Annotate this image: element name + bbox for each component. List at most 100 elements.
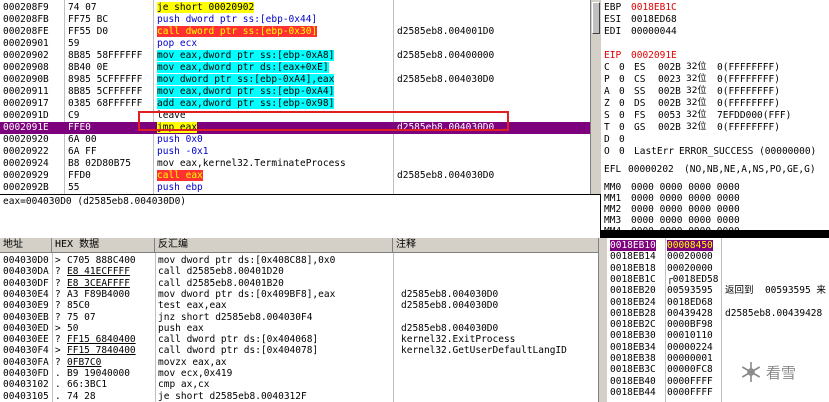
stack-row[interactable]: 0018EB20 00593595 返回到 00593595 来 <box>607 285 829 296</box>
dump-row[interactable]: 004030EB? 75 07 jnz short d2585eb8.004030F… <box>0 312 598 323</box>
flag-row[interactable]: D0 <box>601 134 829 145</box>
registers-pane[interactable]: EBP 0018EB1C ESI 0018ED68 EDI 00000044 EIP 0002… <box>601 0 829 230</box>
disasm-row[interactable]: 00020929 FFD0 call eax d2585eb8.004030D0 <box>0 170 590 181</box>
dump-row[interactable]: 00403102. 66:3BC1 cmp ax,cx <box>0 379 598 390</box>
dump-instruction: call dword ptr ds:[0x404078] <box>158 345 319 357</box>
disassembly-scroll-thumb[interactable] <box>592 2 600 34</box>
mmx-row[interactable]: MM4 0000 0000 0000 0000 <box>601 226 829 230</box>
disasm-row[interactable]: 00020920 6A 00 push 0x0 <box>0 134 590 145</box>
dump-address: 004030ED <box>3 322 49 334</box>
disasm-instruction: je short 00020902 <box>157 2 255 13</box>
dump-hex: 75 07 <box>67 311 96 323</box>
stack-row[interactable]: 0018EB18 00020000 <box>607 263 829 274</box>
disasm-row[interactable]: 0002092B 55 push ebp <box>0 182 590 193</box>
stack-pane[interactable]: 0018EB10 00008450 0018EB14 00020000 0018EB18… <box>607 238 829 402</box>
segment-name: GS <box>634 122 646 133</box>
disasm-row[interactable]: 00020924 B8 02D80B75 mov eax,kernel32.Term… <box>0 158 590 169</box>
flag-row[interactable]: Z 0 DS 002B 32位 0(FFFFFFFF) <box>601 98 829 109</box>
stack-row[interactable]: 0018EB10 00008450 <box>607 240 829 251</box>
stack-address: 0018EB30 <box>610 330 656 342</box>
mmx-value: 0000 0000 0000 0000 <box>631 182 740 193</box>
disasm-hex: B8 02D80B75 <box>68 158 131 169</box>
disasm-hex: FFD0 <box>68 170 91 181</box>
dump-header-comment[interactable]: 注释 <box>393 238 598 252</box>
stack-row[interactable]: 0018EB44 0000FFFF <box>607 387 829 398</box>
stack-value: 00020000 <box>667 251 713 263</box>
disasm-row[interactable]: 00020902 8B85 58FFFFFF mov eax,dword ptr s… <box>0 50 590 61</box>
register-row[interactable] <box>601 38 829 49</box>
flag-row[interactable]: C 0 ES 002B 32位 0(FFFFFFFF) <box>601 62 829 73</box>
dump-row[interactable]: 004030EE? FF15 6840400 call dword ptr ds:[… <box>0 334 598 345</box>
disasm-row[interactable]: 000208FB FF75 BC push dword ptr ss:[ebp-0x… <box>0 14 590 25</box>
mmx-row[interactable]: MM0 0000 0000 0000 0000 <box>601 182 829 193</box>
dump-row[interactable]: 004030DA? E8 41ECFFFF call d2585eb8.00401D… <box>0 266 598 277</box>
disasm-hex: 8B85 5CFFFFFF <box>68 86 143 97</box>
dump-header-address[interactable]: 地址 <box>0 238 52 252</box>
stack-address: 0018EB1C <box>610 273 656 285</box>
dump-row[interactable]: 004030E9? 85C0 test eax,eax d2585eb8.004030… <box>0 300 598 311</box>
register-row[interactable]: ESI 0018ED68 <box>601 14 829 25</box>
disasm-address: 000208FB <box>3 14 49 25</box>
mmx-row[interactable]: MM3 0000 0000 0000 0000 <box>601 215 829 226</box>
flag-row[interactable]: T 0 GS 002B 32位 0(FFFFFFFF) <box>601 122 829 133</box>
flag-name: Z <box>604 98 610 109</box>
disasm-row[interactable]: 000208F9 74 07 je short 00020902 <box>0 2 590 13</box>
disassembly-pane[interactable]: 000208F9 74 07 je short 00020902 000208FB FF… <box>0 0 590 194</box>
stack-row[interactable]: 0018EB28 00439428 d2585eb8.00439428 <box>607 308 829 319</box>
stack-row[interactable]: 0018EB1C ┌0018ED58 <box>607 274 829 285</box>
dump-hex: FF15 6840400 <box>67 334 136 346</box>
register-row[interactable]: EBP 0018EB1C <box>601 2 829 13</box>
disasm-row[interactable]: 00020901 59 pop ecx <box>0 38 590 49</box>
flag-row[interactable]: A 0 SS 002B 32位 0(FFFFFFFF) <box>601 86 829 97</box>
dump-marker: ? <box>55 277 61 289</box>
dump-row[interactable]: 004030D0 > C705 888C400 mov dword ptr ds:[0… <box>0 255 598 266</box>
dump-instruction: push eax <box>158 322 204 334</box>
disasm-address: 00020902 <box>3 50 49 61</box>
register-row[interactable]: EDI 00000044 <box>601 26 829 37</box>
disasm-row[interactable]: 000208FE FF55 D0 call dword ptr ss:[ebp-0x… <box>0 26 590 37</box>
flag-row[interactable]: P 0 CS 0023 32位 0(FFFFFFFF) <box>601 74 829 85</box>
mmx-row[interactable]: MM2 0000 0000 0000 0000 <box>601 204 829 215</box>
dump-row[interactable]: 004030DF? E8 3CEAFFFF call d2585eb8.00401B… <box>0 278 598 289</box>
flag-row[interactable]: S 0 FS 0053 32位 7EFDD000(FFF) <box>601 110 829 121</box>
stack-row[interactable]: 0018EB14 00020000 <box>607 251 829 262</box>
dump-instruction: call d2585eb8.00401D20 <box>158 266 284 278</box>
stack-row[interactable]: 0018EB24 0018ED68 <box>607 297 829 308</box>
register-value: 0002091E <box>631 50 677 61</box>
dump-row[interactable]: 004030FA? 0FB7C0 movzx eax,ax <box>0 357 598 368</box>
mmx-row[interactable]: MM1 0000 0000 0000 0000 <box>601 193 829 204</box>
disasm-row[interactable]: 00020911 8B85 5CFFFFFF mov eax,dword ptr s… <box>0 86 590 97</box>
dump-row[interactable]: 00403105. 74 28 je short d2585eb8.0040312F <box>0 391 598 402</box>
disassembly-scrollbar[interactable] <box>590 0 601 194</box>
dump-header-hex[interactable]: HEX 数据 <box>52 238 155 252</box>
dump-marker: ? <box>55 334 61 346</box>
efl-row[interactable]: EFL 00000202 (NO,NB,NE,A,NS,PO,GE,G) <box>601 164 829 175</box>
stack-row[interactable]: 0018EB2C 0000BF98 <box>607 319 829 330</box>
stack-value: 00593595 <box>667 285 713 297</box>
dump-row[interactable]: 004030E4? A3 F89B4000 mov dword ptr ds:[0x… <box>0 289 598 300</box>
stack-value: 00008450 <box>667 240 713 251</box>
selected-instruction-highlight-box <box>138 111 509 131</box>
dump-header-disassembly[interactable]: 反汇编 <box>155 238 393 252</box>
stack-row[interactable]: 0018EB34 00000224 <box>607 342 829 353</box>
disasm-row[interactable]: 0002090B 8985 5CFFFFFF mov dword ptr ss:[e… <box>0 74 590 85</box>
dump-row[interactable]: 004030F4 > FF15 7840400 call dword ptr ds:[… <box>0 345 598 356</box>
disasm-row[interactable]: 00020922 6A FF push -0x1 <box>0 146 590 157</box>
dump-address: 004030E4 <box>3 288 49 300</box>
flag-name: C <box>604 62 610 73</box>
disasm-row[interactable]: 00020908 8B40 0E mov eax,dword ptr ds:[eax… <box>0 62 590 73</box>
mmx-name: MM0 <box>604 182 622 193</box>
disasm-instruction: push 0x0 <box>157 134 203 145</box>
segment-bits: 32位 <box>686 122 707 132</box>
register-row[interactable]: EIP 0002091E <box>601 50 829 61</box>
stack-scrollbar[interactable] <box>598 238 607 402</box>
dump-row[interactable]: 004030ED >50 push eax d2585eb8.004030D0 <box>0 323 598 334</box>
stack-row[interactable]: 0018EB30 00010110 <box>607 330 829 341</box>
disasm-address: 00020911 <box>3 86 49 97</box>
disasm-row[interactable]: 00020917 0385 68FFFFFF add eax,dword ptr s… <box>0 98 590 109</box>
dump-row[interactable]: 004030FD. B9 19040000 mov ecx,0x419 <box>0 368 598 379</box>
disasm-hex: FF75 BC <box>68 14 109 25</box>
flag-row[interactable]: O 0 LastErr ERROR_SUCCESS (00000000) <box>601 146 829 157</box>
dump-marker: > <box>55 255 61 266</box>
dump-pane[interactable]: 地址 HEX 数据 反汇编 注释 004030D0 > C705 888C400 mo… <box>0 238 598 402</box>
